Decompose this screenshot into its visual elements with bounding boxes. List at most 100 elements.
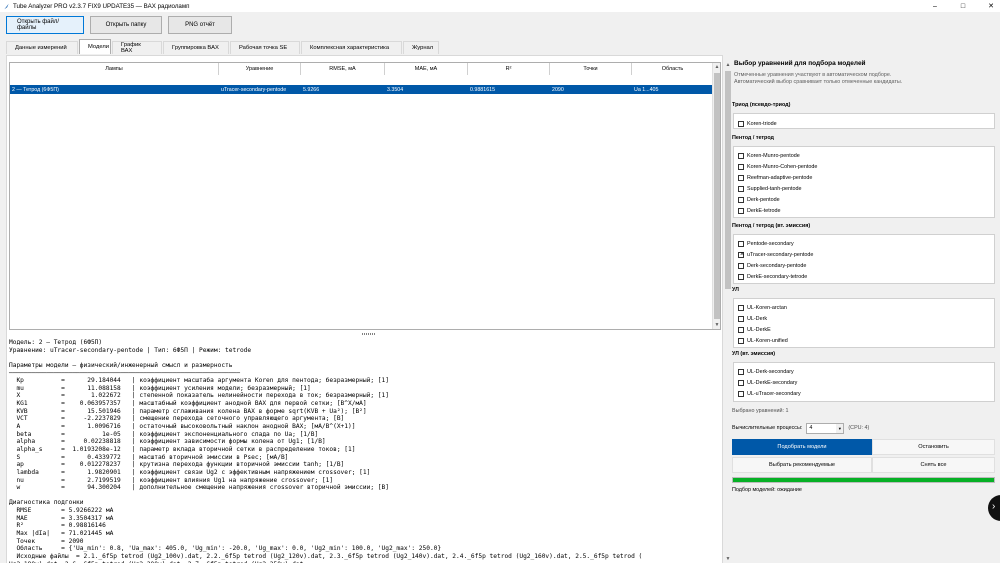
checkbox[interactable] xyxy=(738,305,744,311)
equation-checkbox-row[interactable]: Koren-Munro-Cohen-pentode xyxy=(738,162,817,172)
checkbox[interactable] xyxy=(738,316,744,322)
table-cell: 0.9881615 xyxy=(470,86,496,93)
column-header[interactable]: Уравнение xyxy=(219,63,301,75)
equation-selection-title: Выбор уравнений для подбора моделей xyxy=(734,60,866,67)
equation-checkbox-row[interactable]: DerkE-tetrode xyxy=(738,206,781,216)
progress-fill xyxy=(733,478,994,482)
fit-progress-bar xyxy=(732,477,995,483)
scroll-up-icon[interactable]: ▲ xyxy=(713,63,721,71)
checkbox[interactable] xyxy=(738,121,744,127)
table-cell: uTracer-secondary-pentode xyxy=(221,86,287,93)
equation-checkbox-row[interactable]: Supplied-tanh-pentode xyxy=(738,184,802,194)
details-line: MAE = 3.3504317 мА xyxy=(9,514,114,522)
equation-checkbox-row[interactable]: Pentode-secondary xyxy=(738,239,794,249)
equation-selection-description: Отмеченные уравнения участвуют в автомат… xyxy=(734,72,903,85)
png-report-button[interactable]: PNG отчёт xyxy=(168,16,232,34)
tab-iv-plot[interactable]: График ВАХ xyxy=(112,41,162,54)
details-line: w = 94.300204 | дополнительное смещение … xyxy=(9,484,389,492)
equation-checkbox-row[interactable]: Koren-Munro-pentode xyxy=(738,151,800,161)
maximize-icon[interactable]: □ xyxy=(958,3,968,10)
checkbox[interactable] xyxy=(738,241,744,247)
equation-label: Derk-pentode xyxy=(747,197,780,203)
column-header[interactable]: Область xyxy=(632,63,714,75)
checkbox[interactable] xyxy=(738,380,744,386)
window-title: Tube Analyzer PRO v2.3.7 FIX9 UPDATE35 —… xyxy=(13,2,190,10)
table-cell: Ua 1...405 xyxy=(634,86,659,93)
checkbox[interactable] xyxy=(738,263,744,269)
equation-checkbox-row[interactable]: UL-Derk-secondary xyxy=(738,367,794,377)
close-icon[interactable]: ✕ xyxy=(986,2,996,10)
checkbox[interactable] xyxy=(738,197,744,203)
app-feather-icon xyxy=(4,3,9,9)
table-cell: 2090 xyxy=(552,86,564,93)
equation-checkbox-row[interactable]: UL-uTracer-secondary xyxy=(738,389,801,399)
minimize-icon[interactable]: – xyxy=(930,3,940,10)
equation-checkbox-row[interactable]: UL-Derk xyxy=(738,314,767,324)
column-header[interactable]: Лампы xyxy=(10,63,219,75)
column-header[interactable]: Точки xyxy=(550,63,632,75)
scroll-down-icon[interactable]: ▼ xyxy=(713,321,721,329)
equation-checkbox-row[interactable]: Derk-pentode xyxy=(738,195,780,205)
details-line: KVB = 15.501946 | параметр сглаживания к… xyxy=(9,407,367,415)
equation-checkbox-row[interactable]: UL-DerkE xyxy=(738,325,771,335)
equation-checkbox-row[interactable]: UL-Koren-arctan xyxy=(738,303,787,313)
column-header[interactable]: RMSE, мА xyxy=(301,63,385,75)
details-line: Параметры модели — физический/инженерный… xyxy=(9,361,233,369)
equation-group-box: Pentode-secondary uTracer-secondary-pento… xyxy=(733,234,995,284)
equation-group-box: Koren-Munro-pentode Koren-Munro-Cohen-pen… xyxy=(733,146,995,218)
tab-operating-point[interactable]: Рабочая точка SE xyxy=(230,41,300,54)
open-folder-button[interactable]: Открыть папку xyxy=(90,16,162,34)
tab-models[interactable]: Модели xyxy=(79,39,111,54)
details-line: Исходные файлы = 2.1._6f5p tetrod (Ug2_1… xyxy=(9,552,643,560)
equation-checkbox-row[interactable]: DerkE-secondary-tetrode xyxy=(738,272,807,282)
processes-select[interactable]: 4 ▼ xyxy=(806,422,845,434)
checkbox[interactable] xyxy=(738,391,744,397)
model-details-text[interactable]: Модель: 2 — Тетрод (6Ф5П) Уравнение: uTra… xyxy=(7,339,722,563)
checkbox[interactable] xyxy=(738,338,744,344)
details-line: ap = 0.012278237 | крутизна перехода фун… xyxy=(9,461,345,469)
tab-measurement-data[interactable]: Данные измерений xyxy=(6,41,78,54)
select-recommended-button[interactable]: Выбрать рекомендуемые xyxy=(732,457,872,473)
details-line: Уравнение: uTracer-secondary-pentode | Т… xyxy=(9,346,252,354)
details-line: alpha = 0.02238818 | коэффициент зависим… xyxy=(9,438,326,446)
equation-label: Derk-secondary-pentode xyxy=(747,263,807,269)
checkbox[interactable] xyxy=(738,175,744,181)
scrollbar-thumb[interactable] xyxy=(714,73,720,319)
checkbox[interactable] xyxy=(738,251,745,258)
checkbox[interactable] xyxy=(738,186,744,192)
checkbox[interactable] xyxy=(738,164,744,170)
processes-value: 4 xyxy=(809,425,813,431)
fit-models-button[interactable]: Подобрать модели xyxy=(732,439,872,455)
equation-label: UL-Koren-arctan xyxy=(747,305,787,311)
tab-log[interactable]: Журнал xyxy=(403,41,439,54)
checkbox[interactable] xyxy=(738,327,744,333)
details-line: lambda = 1.9820901 | коэффициент связи U… xyxy=(9,468,371,476)
equation-checkbox-row[interactable]: UL-Koren-unified xyxy=(738,336,788,346)
stop-button[interactable]: Остановить xyxy=(872,439,995,455)
equation-label: Pentode-secondary xyxy=(747,241,794,247)
checkbox[interactable] xyxy=(738,153,744,159)
checkbox[interactable] xyxy=(738,208,744,214)
details-line: VCT = -2.2237829 | смещение перехода сет… xyxy=(9,415,345,423)
open-files-button[interactable]: Открыть файл/файлы xyxy=(6,16,84,34)
checkbox[interactable] xyxy=(738,274,744,280)
equation-checkbox-row[interactable]: Reefman-adaptive-pentode xyxy=(738,173,812,183)
clear-all-button[interactable]: Снять все xyxy=(872,457,995,473)
equation-group-title: Триод (псевдо-триод) xyxy=(732,102,791,108)
table-row[interactable]: 2 — Тетрод (6Ф5П) uTracer-secondary-pent… xyxy=(10,85,714,94)
equation-checkbox-row[interactable]: UL-DerkE-secondary xyxy=(738,378,797,388)
table-scrollbar[interactable]: ▲ ▼ xyxy=(712,63,720,329)
chevron-down-icon[interactable]: ▼ xyxy=(836,423,844,433)
equation-label: Koren-triode xyxy=(747,121,777,127)
tab-complex-characteristic[interactable]: Комплексная характеристика xyxy=(301,41,402,54)
column-header[interactable]: MAE, мА xyxy=(385,63,468,75)
checkbox[interactable] xyxy=(738,369,744,375)
tab-iv-grouping[interactable]: Группировка ВАХ xyxy=(163,41,229,54)
equation-label: Koren-Munro-Cohen-pentode xyxy=(747,164,818,170)
window-controls: – □ ✕ xyxy=(930,0,996,12)
column-header[interactable]: R² xyxy=(468,63,550,75)
equation-checkbox-row[interactable]: Derk-secondary-pentode xyxy=(738,261,806,271)
equation-checkbox-row[interactable]: uTracer-secondary-pentode xyxy=(738,250,813,260)
pane-splitter-handle[interactable] xyxy=(362,333,376,336)
equation-checkbox-row[interactable]: Koren-triode xyxy=(738,119,777,129)
